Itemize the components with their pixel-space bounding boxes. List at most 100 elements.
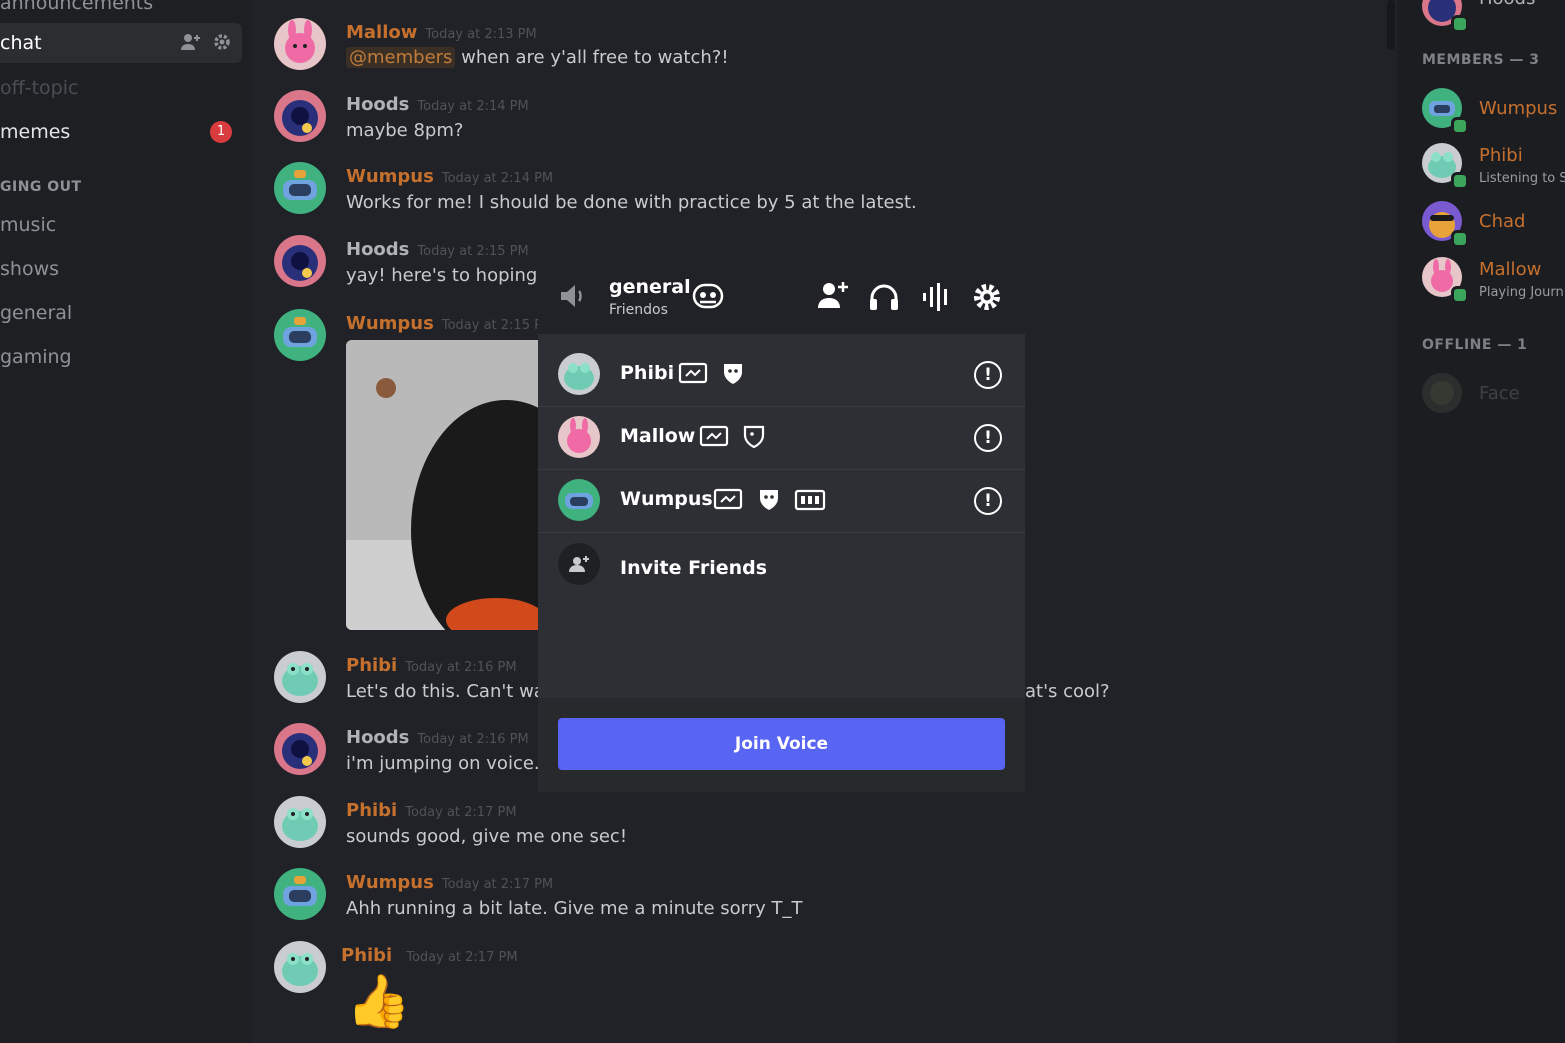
channel-label: general	[0, 302, 73, 324]
channel-label: shows	[0, 258, 60, 280]
invite-friends-label: Invite Friends	[620, 557, 768, 579]
message-author[interactable]: Wumpus Today at 2:14 PM	[346, 166, 553, 187]
channel-label: gaming	[0, 346, 72, 368]
activity-icon	[794, 488, 826, 516]
member-wumpus[interactable]: Wumpus	[1422, 88, 1565, 138]
timestamp: Today at 2:15 PM	[417, 244, 529, 259]
avatar-hoods[interactable]	[274, 723, 326, 775]
message-author[interactable]: Hoods Today at 2:16 PM	[346, 727, 529, 748]
message-author[interactable]: Mallow Today at 2:13 PM	[346, 22, 537, 43]
member-name: Phibi	[1479, 145, 1523, 166]
member-chad[interactable]: Chad	[1422, 201, 1565, 251]
voice-channel-name: general	[609, 276, 691, 298]
member-list: Hoods MEMBERS — 3 Wumpus Phibi Listening…	[1397, 0, 1565, 1043]
scrollbar[interactable]	[1387, 0, 1395, 50]
avatar-hoods[interactable]	[274, 235, 326, 287]
message-author[interactable]: Hoods Today at 2:14 PM	[346, 94, 529, 115]
shield-badge-icon	[722, 361, 744, 389]
avatar-wumpus[interactable]	[274, 309, 326, 361]
join-voice-button[interactable]: Join Voice	[558, 718, 1005, 770]
message-author[interactable]: Hoods Today at 2:15 PM	[346, 239, 529, 260]
message-text: Works for me! I should be done with prac…	[346, 192, 917, 213]
message: Mallow Today at 2:13 PM @members when are…	[252, 18, 1352, 88]
mention-chip[interactable]: @members	[346, 47, 456, 68]
thumbs-up-emoji: 👍	[346, 972, 411, 1032]
unread-badge: 1	[210, 121, 232, 143]
add-member-icon[interactable]	[817, 280, 849, 314]
invite-icon	[558, 543, 600, 585]
avatar-wumpus[interactable]	[274, 162, 326, 214]
member-hoods[interactable]: Hoods	[1422, 0, 1565, 36]
voice-channel-panel: Phibi ! Mallow ! Wumpus ! Invite Friends…	[538, 334, 1025, 792]
avatar-phibi[interactable]	[274, 941, 326, 993]
shield-badge-icon	[758, 487, 780, 515]
member-mallow[interactable]: Mallow Playing Journ	[1422, 257, 1565, 307]
message-text: sounds good, give me one sec!	[346, 826, 628, 847]
online-status-icon	[1451, 15, 1469, 33]
message-text: Ahh running a bit late. Give me a minute…	[346, 898, 803, 919]
voice-channel-header: general Friendos	[538, 262, 1025, 334]
voice-participant-row[interactable]: Phibi !	[538, 344, 1025, 407]
members-offline-header: OFFLINE — 1	[1422, 337, 1528, 353]
alert-icon[interactable]: !	[974, 361, 1002, 389]
gear-icon[interactable]	[212, 32, 232, 57]
timestamp: Today at 2:17 PM	[405, 805, 517, 820]
avatar-phibi[interactable]	[274, 796, 326, 848]
message-text: @members when are y'all free to watch?!	[346, 47, 729, 68]
member-phibi[interactable]: Phibi Listening to S	[1422, 143, 1565, 193]
message: Phibi Today at 2:17 PM 👍	[252, 941, 1352, 1041]
category-header[interactable]: GING OUT	[0, 179, 82, 195]
channel-chat[interactable]: chat	[0, 23, 242, 63]
channel-label: memes	[0, 121, 71, 143]
avatar-face	[1422, 373, 1462, 413]
participant-name: Mallow	[620, 425, 696, 447]
alert-icon[interactable]: !	[974, 487, 1002, 515]
channel-label: announcements	[0, 0, 154, 14]
online-status-icon	[1451, 117, 1469, 135]
headphones-icon[interactable]	[868, 282, 900, 316]
member-name: Hoods	[1479, 0, 1535, 9]
member-name: Chad	[1479, 211, 1526, 232]
invite-friends-row[interactable]: Invite Friends	[538, 534, 1025, 596]
timestamp: Today at 2:17 PM	[406, 950, 518, 965]
message-text: yay! here's to hoping t	[346, 265, 551, 286]
message-author[interactable]: Phibi Today at 2:17 PM	[341, 945, 518, 966]
timestamp: Today at 2:17 PM	[441, 877, 554, 892]
timestamp: Today at 2:16 PM	[417, 732, 529, 747]
avatar-mallow[interactable]	[274, 18, 326, 70]
online-status-icon	[1451, 230, 1469, 248]
avatar-wumpus[interactable]	[274, 868, 326, 920]
member-activity: Playing Journ	[1479, 285, 1564, 300]
participant-name: Wumpus	[620, 488, 713, 510]
channel-label: chat	[0, 32, 42, 54]
avatar-hoods[interactable]	[274, 90, 326, 142]
message-author[interactable]: Phibi Today at 2:17 PM	[346, 800, 517, 821]
message: Wumpus Today at 2:14 PM Works for me! I s…	[252, 162, 1352, 232]
voice-server-name: Friendos	[609, 302, 668, 318]
member-face[interactable]: Face	[1422, 373, 1565, 423]
alert-icon[interactable]: !	[974, 424, 1002, 452]
avatar-wumpus	[558, 479, 600, 521]
message-author[interactable]: Wumpus Today at 2:17 PM	[346, 872, 553, 893]
message-text: Let's do this. Can't wai	[346, 681, 550, 702]
soundboard-icon[interactable]	[920, 283, 952, 315]
timestamp: Today at 2:14 PM	[417, 99, 529, 114]
message-text: i'm jumping on voice. r	[346, 753, 553, 774]
online-status-icon	[1451, 172, 1469, 190]
message: Phibi Today at 2:17 PM sounds good, give …	[252, 796, 1352, 866]
channel-memes[interactable]: memes 1	[0, 121, 242, 145]
members-online-header: MEMBERS — 3	[1422, 52, 1540, 68]
server-emblem-icon	[690, 278, 726, 318]
gear-icon[interactable]	[972, 282, 1002, 316]
channel-sidebar: announcements chat off-topic memes 1 GIN…	[0, 0, 252, 1043]
add-member-icon[interactable]	[180, 32, 202, 57]
message-author[interactable]: Phibi Today at 2:16 PM	[346, 655, 517, 676]
voice-participant-row[interactable]: Wumpus !	[538, 470, 1025, 533]
image-attachment[interactable]	[346, 340, 546, 630]
voice-participant-row[interactable]: Mallow !	[538, 407, 1025, 470]
member-name: Face	[1479, 383, 1520, 404]
message-author[interactable]: Wumpus Today at 2:15 PM	[346, 313, 553, 334]
member-activity: Listening to S	[1479, 171, 1565, 186]
timestamp: Today at 2:16 PM	[405, 660, 517, 675]
avatar-phibi[interactable]	[274, 651, 326, 703]
